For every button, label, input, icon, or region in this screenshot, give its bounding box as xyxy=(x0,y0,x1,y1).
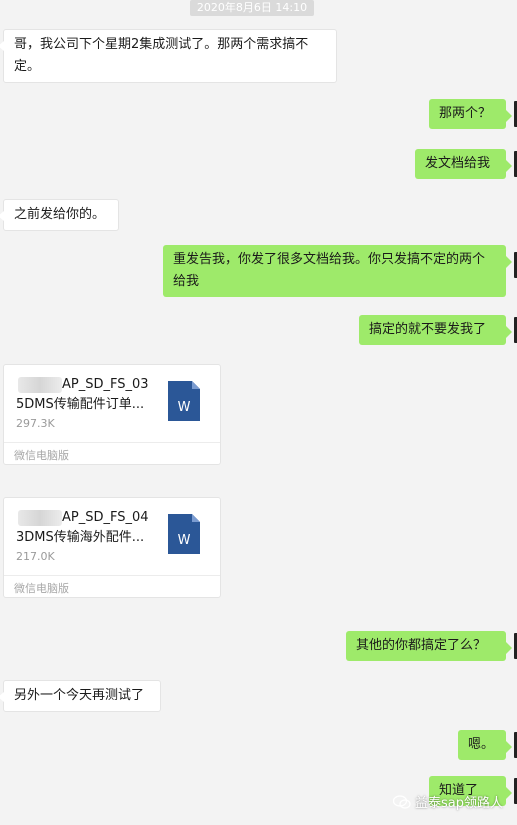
message-sent[interactable]: 搞定的就不要发我了 xyxy=(359,315,512,345)
message-received[interactable]: 另外一个今天再测试了 xyxy=(0,680,161,712)
file-name-line1: AP_SD_FS_03 xyxy=(62,377,149,392)
file-name: AP_SD_FS_04 3DMS传输海外配件... xyxy=(16,508,156,548)
watermark-text: 益泰sap领路人 xyxy=(415,796,503,811)
message-sent[interactable]: 其他的你都搞定了么？ xyxy=(346,631,512,661)
message-sent[interactable]: 发文档给我 xyxy=(415,149,512,179)
divider xyxy=(4,575,220,576)
file-source: 微信电脑版 xyxy=(14,449,69,462)
file-name: AP_SD_FS_03 5DMS传输配件订单... xyxy=(16,375,156,415)
message-received[interactable]: 哥，我公司下个星期2集成测试了。那两个需求搞不定。 xyxy=(0,29,337,83)
file-size: 217.0K xyxy=(16,550,55,563)
word-icon-letter: W xyxy=(178,533,191,548)
watermark: 益泰sap领路人 xyxy=(393,792,503,811)
file-source: 微信电脑版 xyxy=(14,582,69,595)
file-size: 297.3K xyxy=(16,417,55,430)
divider xyxy=(4,442,220,443)
word-doc-icon: W xyxy=(168,381,200,421)
file-name-line2: 3DMS传输海外配件... xyxy=(16,530,145,545)
file-name-line1: AP_SD_FS_04 xyxy=(62,510,149,525)
message-sent[interactable]: 那两个？ xyxy=(429,99,512,129)
message-received[interactable]: 之前发给你的。 xyxy=(0,199,119,231)
message-sent[interactable]: 重发告我，你发了很多文档给我。你只发搞不定的两个给我 xyxy=(163,245,512,297)
word-doc-icon: W xyxy=(168,514,200,554)
file-message[interactable]: AP_SD_FS_04 3DMS传输海外配件... 217.0K W 微信电脑版 xyxy=(3,497,221,598)
message-sent[interactable]: 嗯。 xyxy=(458,730,512,760)
word-icon-letter: W xyxy=(178,400,191,415)
file-message[interactable]: AP_SD_FS_03 5DMS传输配件订单... 297.3K W 微信电脑版 xyxy=(3,364,221,465)
file-name-line2: 5DMS传输配件订单... xyxy=(16,397,145,412)
message-timestamp: 2020年8月6日 14:10 xyxy=(190,0,314,16)
chat-window: 2020年8月6日 14:10 哥，我公司下个星期2集成测试了。那两个需求搞不定… xyxy=(0,0,517,825)
wechat-logo-icon xyxy=(393,794,411,809)
